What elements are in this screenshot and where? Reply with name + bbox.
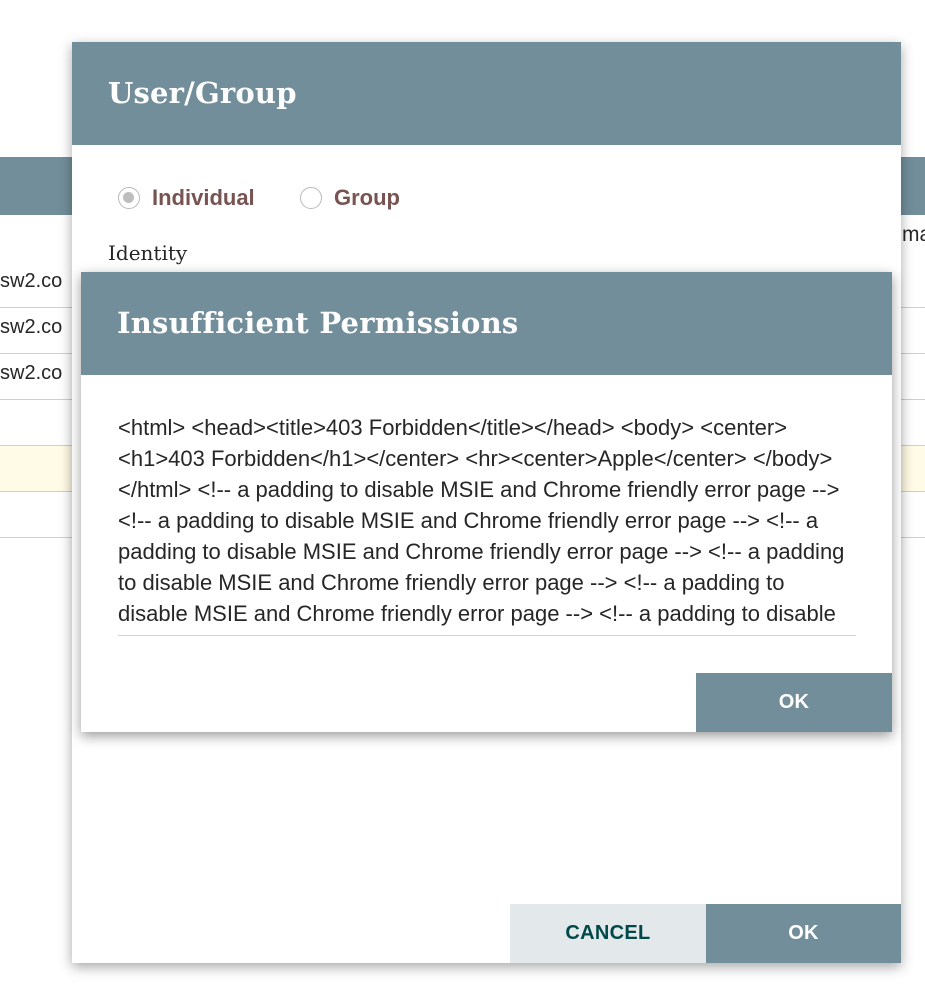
screen: ma sw2.co sw2.co sw2.co User/Group Indiv… (0, 0, 925, 999)
user-group-dialog-title: User/Group (108, 76, 297, 110)
radio-unchecked-icon[interactable] (300, 187, 322, 209)
ok-button[interactable]: OK (706, 904, 901, 963)
permissions-error-message: <html> <head><title>403 Forbidden</title… (118, 412, 856, 636)
permissions-ok-button[interactable]: OK (696, 673, 892, 732)
background-row-text: sw2.co (0, 362, 63, 384)
radio-individual[interactable]: Individual (118, 185, 255, 211)
user-group-dialog-header: User/Group (72, 42, 901, 145)
radio-group-label[interactable]: Group (334, 185, 400, 211)
background-row-text: sw2.co (0, 270, 63, 292)
permissions-dialog-header: Insufficient Permissions (81, 272, 892, 375)
background-row-text: sw2.co (0, 316, 63, 338)
background-header-label: ma (902, 223, 925, 246)
identity-label: Identity (108, 241, 188, 265)
cancel-button[interactable]: CANCEL (510, 904, 706, 963)
permissions-dialog-title: Insufficient Permissions (117, 306, 519, 340)
radio-group[interactable]: Group (300, 185, 400, 211)
radio-individual-label[interactable]: Individual (152, 185, 255, 211)
radio-checked-icon[interactable] (118, 187, 140, 209)
insufficient-permissions-dialog: Insufficient Permissions <html> <head><t… (81, 272, 892, 732)
